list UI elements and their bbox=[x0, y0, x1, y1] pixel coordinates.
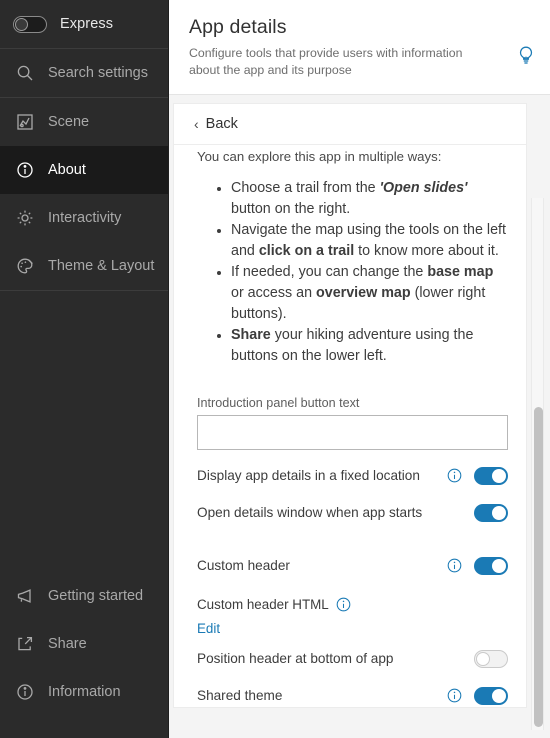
setting-row-shared-theme: Shared theme bbox=[197, 678, 508, 707]
search-settings-item[interactable]: Search settings bbox=[0, 49, 168, 97]
intro-text: You can explore this app in multiple way… bbox=[197, 149, 442, 164]
toggle-shared-theme[interactable] bbox=[474, 686, 508, 705]
hint-text-fragment: click on a trail bbox=[258, 242, 355, 259]
setting-label-position-bottom: Position header at bottom of app bbox=[197, 651, 394, 667]
card-body: You can explore this app in multiple way… bbox=[174, 145, 526, 707]
setting-row-open-on-start: Open details window when app starts bbox=[197, 495, 508, 530]
setting-label-fixed-location: Display app details in a fixed location bbox=[197, 468, 420, 484]
hint-item: If needed, you can change the base map o… bbox=[231, 262, 508, 324]
toggle-open-on-start[interactable] bbox=[474, 503, 508, 522]
info-circle-icon bbox=[16, 161, 34, 179]
sidebar-item-label-theme-layout: Theme & Layout bbox=[48, 258, 155, 274]
app-details-card: ‹ Back You can explore this app in multi… bbox=[173, 103, 527, 708]
sidebar-item-share[interactable]: Share bbox=[0, 620, 168, 668]
toggle-knob bbox=[476, 651, 490, 666]
intro-button-text-input[interactable] bbox=[197, 415, 508, 451]
sidebar-bottom-pad bbox=[0, 716, 168, 738]
setting-label-custom-header: Custom header bbox=[197, 558, 290, 574]
palette-icon bbox=[16, 257, 34, 275]
page-title: App details bbox=[189, 16, 287, 38]
hint-text-fragment: button on the right. bbox=[231, 200, 351, 217]
setting-label-shared-theme: Shared theme bbox=[197, 688, 283, 704]
setting-controls-open-on-start bbox=[474, 503, 508, 522]
toggle-knob bbox=[492, 558, 506, 573]
share-icon bbox=[16, 635, 34, 653]
page-subtitle: Configure tools that provide users with … bbox=[189, 46, 463, 78]
hint-text-fragment: Choose a trail from the bbox=[231, 180, 380, 197]
info-circle-icon bbox=[16, 683, 34, 701]
toggle-knob bbox=[492, 688, 506, 703]
main-panel: App details Configure tools that provide… bbox=[169, 0, 550, 738]
setting-row-fixed-location: Display app details in a fixed location bbox=[197, 458, 508, 493]
search-icon bbox=[16, 64, 34, 82]
toggle-knob bbox=[492, 505, 506, 520]
edit-custom-header-html-link[interactable]: Edit bbox=[197, 621, 220, 636]
setting-controls-fixed-location bbox=[447, 466, 508, 485]
intro-button-text-label: Introduction panel button text bbox=[197, 396, 360, 411]
setting-controls-shared-theme bbox=[447, 686, 508, 705]
scrollbar-thumb[interactable] bbox=[534, 407, 543, 727]
hint-text-fragment: to know more about it. bbox=[354, 242, 499, 259]
info-icon[interactable] bbox=[336, 597, 351, 612]
setting-row-position-bottom: Position header at bottom of app bbox=[197, 641, 508, 676]
hint-text-fragment: If needed, you can change the bbox=[231, 264, 428, 281]
scene-icon bbox=[16, 113, 34, 131]
hint-text-fragment: base map bbox=[427, 264, 494, 281]
gear-icon bbox=[16, 209, 34, 227]
express-toggle[interactable] bbox=[13, 15, 47, 33]
content-scrollbar[interactable] bbox=[531, 198, 544, 730]
hint-text-fragment: overview map bbox=[316, 285, 411, 302]
toggle-custom-header[interactable] bbox=[474, 556, 508, 575]
custom-header-html-label: Custom header HTML bbox=[197, 597, 329, 613]
sidebar-item-interactivity[interactable]: Interactivity bbox=[0, 194, 168, 242]
sidebar-item-label-about: About bbox=[48, 162, 86, 178]
sidebar-item-label-interactivity: Interactivity bbox=[48, 210, 122, 226]
settings-app: Express Search settings Scene About Inte… bbox=[0, 0, 550, 738]
content-area: ‹ Back You can explore this app in multi… bbox=[169, 95, 550, 738]
toggle-fixed-location[interactable] bbox=[474, 466, 508, 485]
lightbulb-icon[interactable] bbox=[514, 44, 538, 68]
sidebar-item-information[interactable]: Information bbox=[0, 668, 168, 716]
hint-text-fragment: Share bbox=[231, 327, 271, 344]
express-label: Express bbox=[60, 16, 114, 32]
sidebar-item-scene[interactable]: Scene bbox=[0, 98, 168, 146]
hints-list: Choose a trail from the 'Open slides' bu… bbox=[197, 178, 508, 366]
toggle-position-bottom[interactable] bbox=[474, 649, 508, 668]
megaphone-icon bbox=[16, 587, 34, 605]
express-toggle-knob bbox=[15, 17, 28, 31]
setting-row-custom-header: Custom header bbox=[197, 548, 508, 583]
info-icon[interactable] bbox=[447, 468, 462, 483]
hint-item: Choose a trail from the 'Open slides' bu… bbox=[231, 178, 508, 219]
express-row: Express bbox=[0, 0, 168, 48]
hint-item: Share your hiking adventure using the bu… bbox=[231, 325, 508, 366]
hint-text-fragment: or access an bbox=[231, 285, 317, 302]
search-settings-label: Search settings bbox=[48, 65, 148, 81]
panel-header: App details Configure tools that provide… bbox=[169, 0, 550, 95]
custom-header-html-row: Custom header HTML bbox=[197, 597, 508, 612]
sidebar-item-getting-started[interactable]: Getting started bbox=[0, 572, 168, 620]
info-icon[interactable] bbox=[447, 688, 462, 703]
setting-controls-custom-header bbox=[447, 556, 508, 575]
back-button[interactable]: ‹ Back bbox=[174, 104, 526, 145]
toggle-knob bbox=[492, 468, 506, 483]
hint-item: Navigate the map using the tools on the … bbox=[231, 220, 508, 261]
setting-controls-position-bottom bbox=[474, 649, 508, 668]
chevron-left-icon: ‹ bbox=[194, 116, 199, 132]
sidebar-item-label-share: Share bbox=[48, 636, 87, 652]
sidebar: Express Search settings Scene About Inte… bbox=[0, 0, 169, 738]
setting-label-open-on-start: Open details window when app starts bbox=[197, 505, 423, 521]
info-icon[interactable] bbox=[447, 558, 462, 573]
sidebar-item-label-getting-started: Getting started bbox=[48, 588, 144, 604]
sidebar-item-label-scene: Scene bbox=[48, 114, 90, 130]
back-button-label: Back bbox=[205, 116, 238, 132]
sidebar-item-about[interactable]: About bbox=[0, 146, 168, 194]
sidebar-item-label-information: Information bbox=[48, 684, 121, 700]
hint-text-fragment: 'Open slides' bbox=[379, 180, 468, 197]
sidebar-item-theme-layout[interactable]: Theme & Layout bbox=[0, 242, 168, 290]
